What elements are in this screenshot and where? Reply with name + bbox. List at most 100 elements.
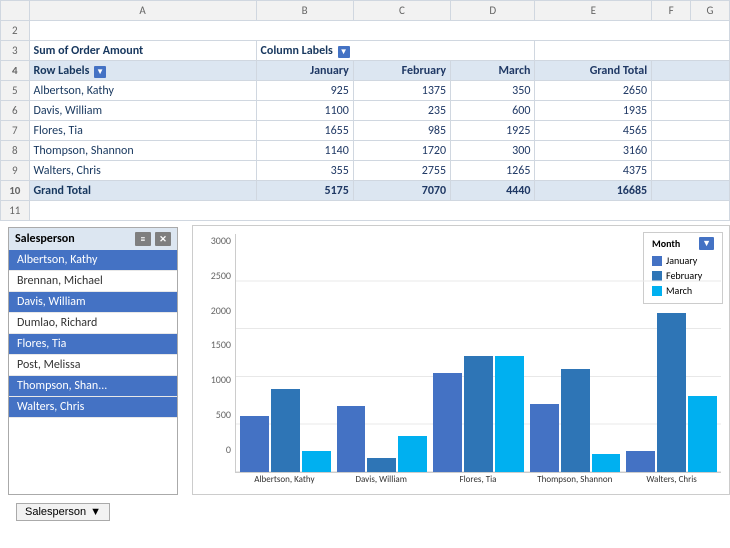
salesperson-name: Thompson, Shannon [29,141,256,161]
row-11: 11 [1,201,730,221]
y-label-1500: 1500 [211,338,231,351]
row-7-header: 7 [1,121,30,141]
y-axis: 3000 2500 2000 1500 1000 500 0 [201,234,235,486]
row-2-header: 2 [1,21,30,41]
y-label-1000: 1000 [211,373,231,386]
bar-mar-4 [688,396,717,472]
col-c-header: C [353,1,450,21]
table-row: 6 Davis, William 1100 235 600 1935 [1,101,730,121]
row-6-header: 6 [1,101,30,121]
slicer-header: Salesperson ≡ ✕ [9,228,177,250]
slicer-filter-button[interactable]: Salesperson ▼ [16,503,110,521]
y-label-2500: 2500 [211,269,231,282]
bar-jan-4 [626,451,655,472]
col-e-header: E [535,1,652,21]
pivot-table: A B C D E F G 2 3 Sum of Order Amount Co… [0,0,730,221]
slicer-item[interactable]: Post, Melissa [9,355,177,376]
bar-feb-0 [271,389,300,472]
bar-group-4 [626,313,717,472]
bar-mar-3 [592,454,621,472]
salesperson-name: Walters, Chris [29,161,256,181]
row-5-header: 5 [1,81,30,101]
bar-jan-1 [337,406,366,472]
col-f-header: F [652,1,691,21]
row-labels-header: Row Labels ▼ [29,61,256,81]
x-label-3: Thompson, Shannon [529,475,620,486]
slicer-item[interactable]: Thompson, Shan... [9,376,177,397]
slicer-item[interactable]: Walters, Chris [9,397,177,418]
row-labels-filter-icon[interactable]: ▼ [94,66,106,78]
column-labels-filter-icon[interactable]: ▼ [338,46,350,58]
slicer-item[interactable]: Flores, Tia [9,334,177,355]
row-3-header: 3 [1,41,30,61]
row-8-header: 8 [1,141,30,161]
col-b-header: B [256,1,353,21]
slicer-header-icons: ≡ ✕ [135,232,171,246]
bar-group-1 [337,406,428,472]
bar-jan-2 [433,373,462,472]
bar-jan-0 [240,416,269,472]
row-2: 2 [1,21,730,41]
chart-main: Albertson, Kathy Davis, William Flores, Ti… [235,234,721,486]
slicer-item[interactable]: Dumlao, Richard [9,313,177,334]
table-row: 7 Flores, Tia 1655 985 1925 4565 [1,121,730,141]
slicer-clear-icon[interactable]: ✕ [155,232,171,246]
salesperson-name: Davis, William [29,101,256,121]
bar-feb-1 [367,458,396,472]
y-label-3000: 3000 [211,234,231,247]
january-header: January [256,61,353,81]
bottom-section: Salesperson ≡ ✕ Albertson, Kathy Brennan… [0,221,730,495]
bar-mar-0 [302,451,331,472]
bar-jan-3 [530,404,559,472]
y-label-500: 500 [216,408,231,421]
bar-feb-3 [561,369,590,472]
slicer-item[interactable]: Brennan, Michael [9,271,177,292]
grand-total-label: Grand Total [29,181,256,201]
bar-mar-1 [398,436,427,472]
sum-of-order-label: Sum of Order Amount [29,41,256,61]
slicer-filter-label: Salesperson [25,506,86,518]
bar-chart: Month ▼ January February March 3000 2500… [192,225,730,495]
pivot-column-headers: 4 Row Labels ▼ January February March Gr… [1,61,730,81]
slicer-filter-area: Salesperson ▼ [8,499,730,521]
row-3: 3 Sum of Order Amount Column Labels ▼ [1,41,730,61]
slicer-item[interactable]: Davis, William [9,292,177,313]
slicer-title: Salesperson [15,232,75,246]
slicer-sort-icon[interactable]: ≡ [135,232,151,246]
y-label-2000: 2000 [211,304,231,317]
corner-cell [1,1,30,21]
column-labels-cell: Column Labels ▼ [256,41,535,61]
table-row: 9 Walters, Chris 355 2755 1265 4375 [1,161,730,181]
slicer-filter-icon: ▼ [90,506,101,518]
salesperson-name: Albertson, Kathy [29,81,256,101]
x-label-2: Flores, Tia [433,475,524,486]
salesperson-name: Flores, Tia [29,121,256,141]
col-d-header: D [451,1,535,21]
grand-total-header: Grand Total [535,61,652,81]
x-label-1: Davis, William [336,475,427,486]
y-label-0: 0 [226,443,231,456]
row-10-header: 10 [1,181,30,201]
bar-feb-2 [464,356,493,472]
col-g-header: G [691,1,730,21]
chart-x-labels: Albertson, Kathy Davis, William Flores, Ti… [235,473,721,486]
row-9-header: 9 [1,161,30,181]
row-4-header: 4 [1,61,30,81]
col-a-header: A [29,1,256,21]
grand-total-row: 10 Grand Total 5175 7070 4440 16685 [1,181,730,201]
table-row: 5 Albertson, Kathy 925 1375 350 2650 [1,81,730,101]
slicer-item[interactable]: Albertson, Kathy [9,250,177,271]
table-row: 8 Thompson, Shannon 1140 1720 300 3160 [1,141,730,161]
x-label-0: Albertson, Kathy [239,475,330,486]
bar-group-0 [240,389,331,472]
chart-inner: 3000 2500 2000 1500 1000 500 0 Albertson… [201,234,721,486]
slicer-panel: Salesperson ≡ ✕ Albertson, Kathy Brennan… [8,227,178,495]
x-label-4: Walters, Chris [626,475,717,486]
column-labels-text: Column Labels [261,44,333,58]
bar-group-3 [530,369,621,472]
bar-group-2 [433,356,524,472]
march-header: March [451,61,535,81]
bar-mar-2 [495,356,524,472]
bar-feb-4 [657,313,686,472]
chart-bars-area [235,234,721,473]
